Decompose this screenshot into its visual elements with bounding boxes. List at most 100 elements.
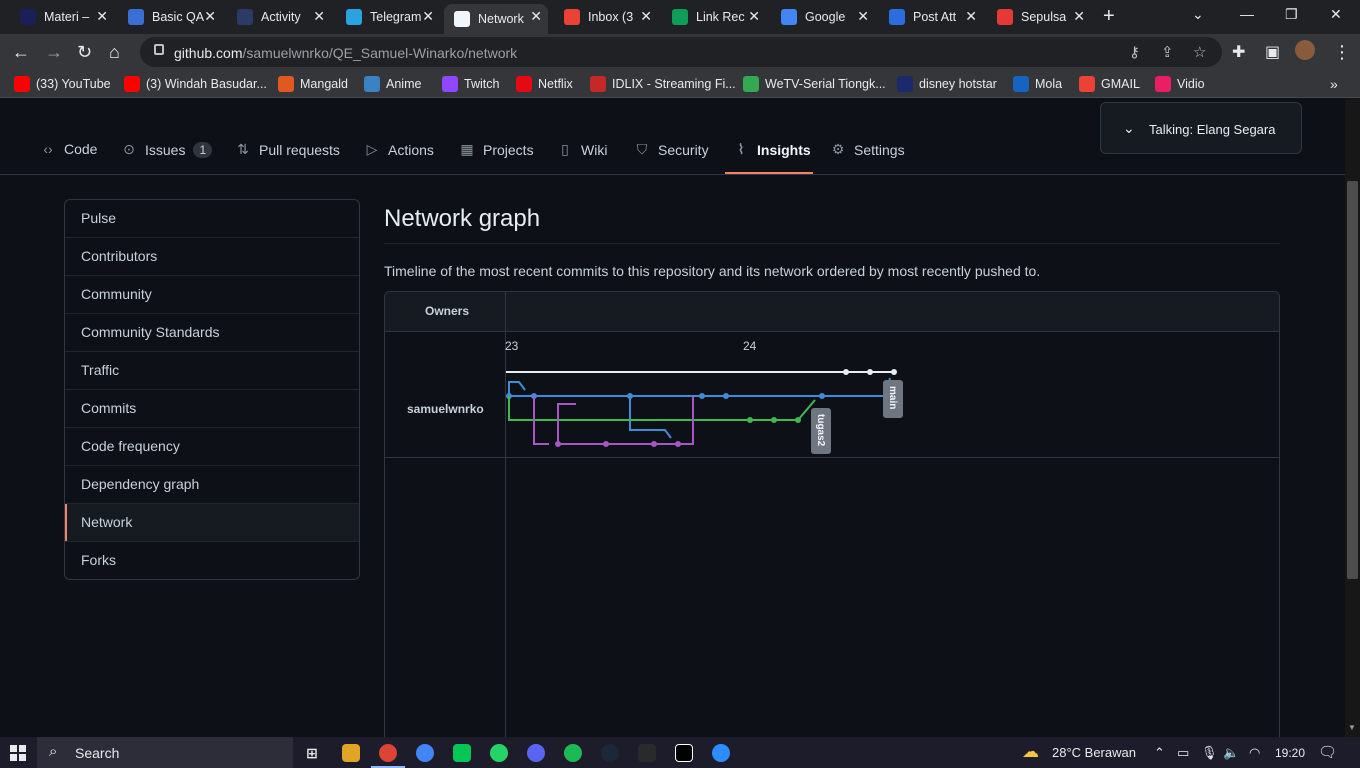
repo-tab-wiki[interactable]: ▯ Wiki [557, 141, 607, 158]
page-scrollbar[interactable]: ▼ [1345, 99, 1360, 737]
repo-tab-security[interactable]: ⛉ Security [634, 141, 709, 158]
browser-tab[interactable]: Inbox (3 ✕ [554, 4, 658, 30]
close-icon[interactable]: ✕ [313, 8, 325, 25]
tab-search-icon[interactable]: ⌄ [1192, 6, 1204, 23]
browser-tab[interactable]: Telegram ✕ [336, 4, 440, 30]
browser-tab[interactable]: Post Att ✕ [879, 4, 983, 30]
microphone-icon[interactable]: 🎙 [1201, 745, 1218, 761]
chrome-icon[interactable] [379, 744, 397, 762]
minimize-button[interactable]: — [1240, 6, 1254, 22]
bookmark-item[interactable]: Netflix [516, 76, 573, 92]
more-bookmarks-icon[interactable]: » [1330, 76, 1338, 92]
network-graph-canvas[interactable]: 23 24 main tugas2 [385, 292, 1280, 737]
line-icon[interactable] [453, 744, 471, 762]
browser-tab[interactable]: Link Rec ✕ [662, 4, 766, 30]
key-icon[interactable]: ⚷ [1129, 43, 1140, 61]
repo-tab-pull-requests[interactable]: ⇅ Pull requests [235, 141, 340, 158]
spotify-icon[interactable] [564, 744, 582, 762]
weather-label[interactable]: 28°C Berawan [1052, 745, 1136, 760]
reload-icon[interactable]: ↻ [77, 42, 92, 63]
chevron-up-icon[interactable]: ⌃ [1154, 745, 1165, 761]
address-bar[interactable]: github.com/samuelwnrko/QE_Samuel-Winarko… [140, 37, 1222, 67]
repo-tab-issues[interactable]: ⊙ Issues 1 [121, 141, 213, 158]
wifi-icon[interactable]: ◠ [1249, 745, 1260, 761]
sidebar-item-code-frequency[interactable]: Code frequency [65, 428, 359, 466]
scroll-down-icon[interactable]: ▼ [1348, 723, 1356, 732]
close-icon[interactable]: ✕ [640, 8, 652, 25]
close-icon[interactable]: ✕ [965, 8, 977, 25]
bookmark-item[interactable]: (33) YouTube [14, 76, 111, 92]
share-icon[interactable]: ⇪ [1161, 43, 1174, 61]
sidebar-item-community[interactable]: Community [65, 276, 359, 314]
windows-start-icon[interactable] [10, 745, 26, 761]
repo-tab-projects[interactable]: ▦ Projects [459, 141, 533, 158]
discord-icon[interactable] [527, 744, 545, 762]
chrome-profile-icon[interactable] [416, 744, 434, 762]
tab-label: Google [805, 10, 846, 24]
taskbar-search[interactable]: ⌕ Search [37, 737, 293, 768]
notification-icon[interactable]: 🗨 [1318, 743, 1337, 761]
bookmark-item[interactable]: WeTV-Serial Tiongk... [743, 76, 886, 92]
sidebar-item-dependency-graph[interactable]: Dependency graph [65, 466, 359, 504]
scrollbar-thumb[interactable] [1347, 181, 1358, 579]
repo-tab-settings[interactable]: ⚙ Settings [830, 141, 905, 158]
close-icon[interactable]: ✕ [748, 8, 760, 25]
bookmark-item[interactable]: Vidio [1155, 76, 1205, 92]
sidebar-item-network[interactable]: Network [65, 504, 359, 542]
sidebar-item-traffic[interactable]: Traffic [65, 352, 359, 390]
weather-icon[interactable]: ☁ [1022, 742, 1039, 762]
repo-tab-code[interactable]: ‹› Code [40, 141, 97, 157]
forward-icon[interactable]: → [45, 42, 63, 63]
clock[interactable]: 19:20 [1275, 746, 1305, 760]
speaker-icon[interactable]: 🔈 [1223, 745, 1239, 761]
home-icon[interactable]: ⌂ [109, 42, 120, 63]
browser-tab[interactable]: Activity ✕ [227, 4, 331, 30]
close-icon[interactable]: ✕ [204, 8, 216, 25]
whatsapp-icon[interactable] [490, 744, 508, 762]
browser-tab[interactable]: Basic QA ✕ [118, 4, 222, 30]
profile-avatar[interactable] [1295, 40, 1315, 60]
file-explorer-icon[interactable] [342, 744, 360, 762]
bookmark-item[interactable]: GMAIL [1079, 76, 1140, 92]
sidebar-item-community-standards[interactable]: Community Standards [65, 314, 359, 352]
sidebar-item-pulse[interactable]: Pulse [65, 200, 359, 238]
browser-tab[interactable]: Materi – ✕ [10, 4, 114, 30]
intellij-icon[interactable] [675, 744, 693, 762]
browser-tab[interactable]: Google ✕ [771, 4, 875, 30]
bookmark-item[interactable]: Twitch [442, 76, 499, 92]
task-view-icon[interactable]: ⊞ [303, 744, 321, 762]
back-icon[interactable]: ← [12, 42, 30, 63]
bookmark-item[interactable]: (3) Windah Basudar... [124, 76, 267, 92]
bookmark-label: Mola [1035, 77, 1063, 91]
bookmark-item[interactable]: IDLIX - Streaming Fi... [590, 76, 736, 92]
close-window-button[interactable]: ✕ [1330, 6, 1342, 23]
steam-icon[interactable] [601, 744, 619, 762]
repo-tab-insights[interactable]: ⌇ Insights [733, 141, 811, 158]
close-icon[interactable]: ✕ [530, 8, 542, 25]
star-icon[interactable]: ☆ [1193, 43, 1206, 61]
sidebar-item-forks[interactable]: Forks [65, 542, 359, 579]
close-icon[interactable]: ✕ [857, 8, 869, 25]
bookmark-item[interactable]: Mangald [278, 76, 348, 92]
close-icon[interactable]: ✕ [1073, 8, 1085, 25]
bookmark-item[interactable]: Anime [364, 76, 421, 92]
extensions-icon[interactable]: ✚ [1232, 42, 1245, 62]
restore-button[interactable]: ❐ [1285, 6, 1298, 23]
sidebar-item-contributors[interactable]: Contributors [65, 238, 359, 276]
side-panel-icon[interactable]: ▣ [1265, 42, 1280, 62]
talking-popup[interactable]: ⌄ Talking: Elang Segara [1100, 102, 1302, 154]
bookmark-item[interactable]: disney hotstar [897, 76, 997, 92]
new-tab-button[interactable]: + [1103, 5, 1115, 28]
close-icon[interactable]: ✕ [422, 8, 434, 25]
camera-icon[interactable]: ▭ [1177, 745, 1189, 761]
sidebar-item-commits[interactable]: Commits [65, 390, 359, 428]
epic-games-icon[interactable] [638, 744, 656, 762]
bookmark-item[interactable]: Mola [1013, 76, 1062, 92]
close-icon[interactable]: ✕ [96, 8, 108, 25]
menu-icon[interactable]: ⋮ [1333, 42, 1351, 63]
browser-tab[interactable]: Network ✕ [444, 4, 548, 34]
browser-tab[interactable]: Sepulsa ✕ [987, 4, 1091, 30]
repo-tab-actions[interactable]: ▷ Actions [364, 141, 434, 158]
zoom-icon[interactable] [712, 744, 730, 762]
chevron-down-icon[interactable]: ⌄ [1123, 120, 1135, 137]
